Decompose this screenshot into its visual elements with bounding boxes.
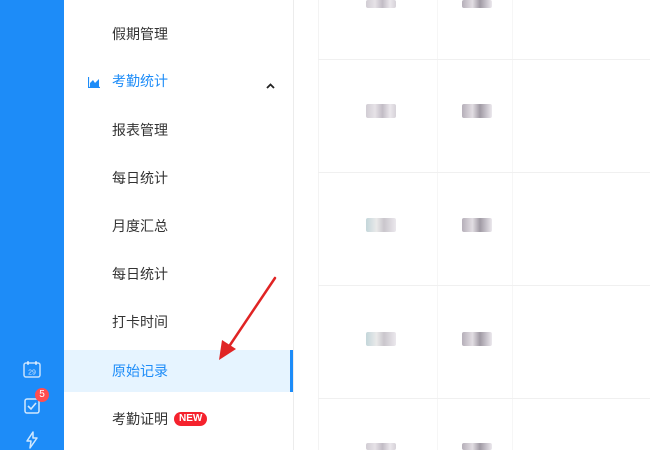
menu-item-label: 考勤证明: [112, 411, 168, 427]
calendar-icon[interactable]: 29: [20, 357, 44, 381]
menu-group-label: 考勤统计: [112, 73, 168, 89]
menu-item-report-management[interactable]: 报表管理: [64, 109, 293, 151]
menu-item-label: 报表管理: [112, 122, 168, 138]
menu-item-monthly-summary[interactable]: 月度汇总: [64, 205, 293, 247]
table-column-divider: [437, 0, 438, 450]
table-row-obscured-cell: [366, 218, 396, 232]
menu-item-label: 假期管理: [112, 26, 168, 42]
table-row-obscured-cell: [366, 332, 396, 346]
table-row-obscured-cell: [366, 104, 396, 118]
new-badge: NEW: [174, 412, 208, 426]
table-column-divider: [318, 0, 319, 450]
menu-item-attendance-certificate[interactable]: 考勤证明 NEW: [64, 398, 293, 440]
table-column-divider: [512, 0, 513, 450]
menu-item-label: 每日统计: [112, 266, 168, 282]
table-row-obscured-cell: [462, 443, 492, 450]
menu-item-label: 原始记录: [112, 363, 168, 379]
table-row-divider: [318, 398, 650, 399]
table-row-obscured-cell: [366, 0, 396, 8]
menu-item-punch-time[interactable]: 打卡时间: [64, 301, 293, 343]
app-rail: 29 5: [0, 0, 64, 450]
menu-item-daily-stats-2[interactable]: 每日统计: [64, 253, 293, 295]
menu-group-attendance-stats[interactable]: 考勤统计: [64, 60, 293, 102]
table-row-obscured-cell: [462, 104, 492, 118]
table-row-divider: [318, 172, 650, 173]
table-row-divider: [318, 285, 650, 286]
task-count-badge: 5: [35, 388, 49, 402]
menu-item-leave-management[interactable]: 假期管理: [64, 13, 293, 55]
menu-item-raw-records[interactable]: 原始记录: [64, 350, 293, 392]
table-row-obscured-cell: [366, 443, 396, 450]
table-row-obscured-cell: [462, 218, 492, 232]
lightning-icon[interactable]: [20, 428, 44, 452]
chart-icon: [87, 75, 100, 91]
menu-item-label: 每日统计: [112, 170, 168, 186]
menu-item-daily-stats[interactable]: 每日统计: [64, 157, 293, 199]
menu-item-label: 月度汇总: [112, 218, 168, 234]
table-row-obscured-cell: [462, 332, 492, 346]
calendar-day: 29: [28, 370, 36, 377]
chevron-up-icon[interactable]: [266, 76, 275, 92]
menu-item-label: 打卡时间: [112, 314, 168, 330]
table-row-divider: [318, 59, 650, 60]
sidebar-menu: 假期管理 考勤统计 报表管理 每日统计 月度汇总 每日统计 打卡时间 原始记录 …: [64, 0, 293, 450]
records-table: [294, 0, 650, 450]
table-row-obscured-cell: [462, 0, 492, 8]
